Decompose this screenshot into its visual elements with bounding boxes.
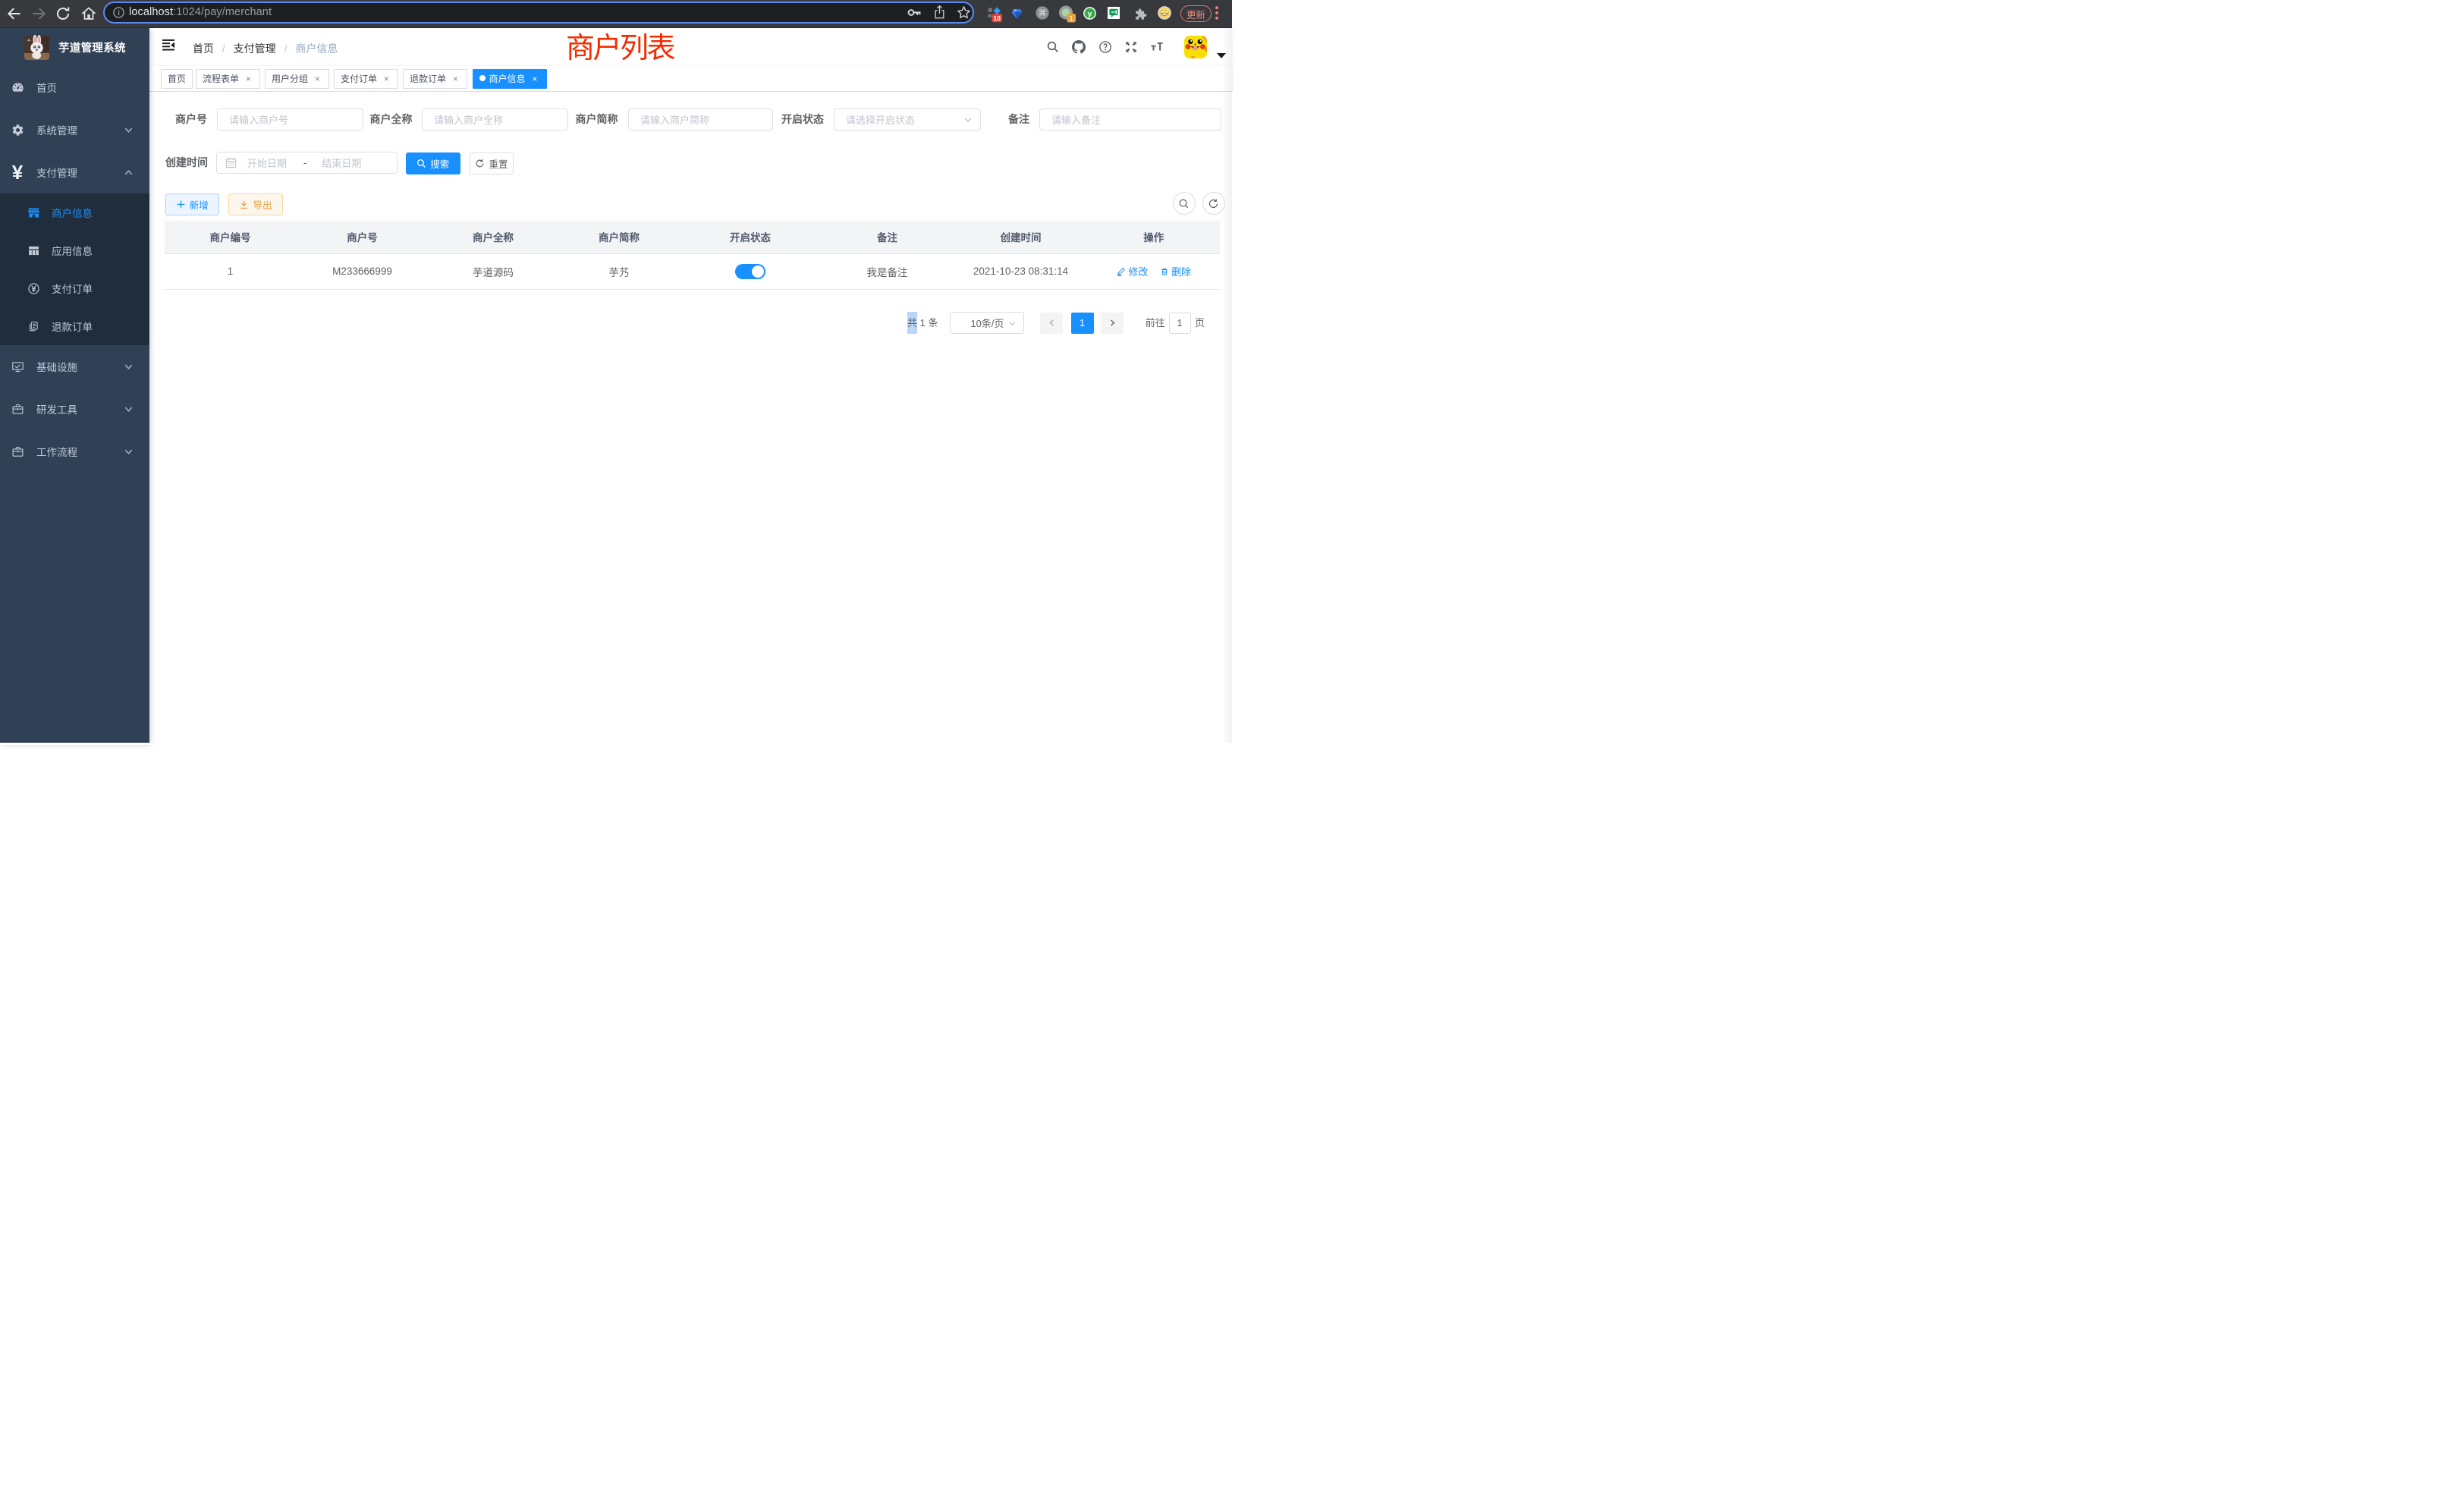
svg-text:1: 1 <box>1070 14 1073 22</box>
svg-text:y: y <box>1088 10 1092 18</box>
svg-text:10: 10 <box>993 14 1001 22</box>
svg-text:¥: ¥ <box>12 162 24 182</box>
svg-text:⌘: ⌘ <box>1038 9 1046 18</box>
